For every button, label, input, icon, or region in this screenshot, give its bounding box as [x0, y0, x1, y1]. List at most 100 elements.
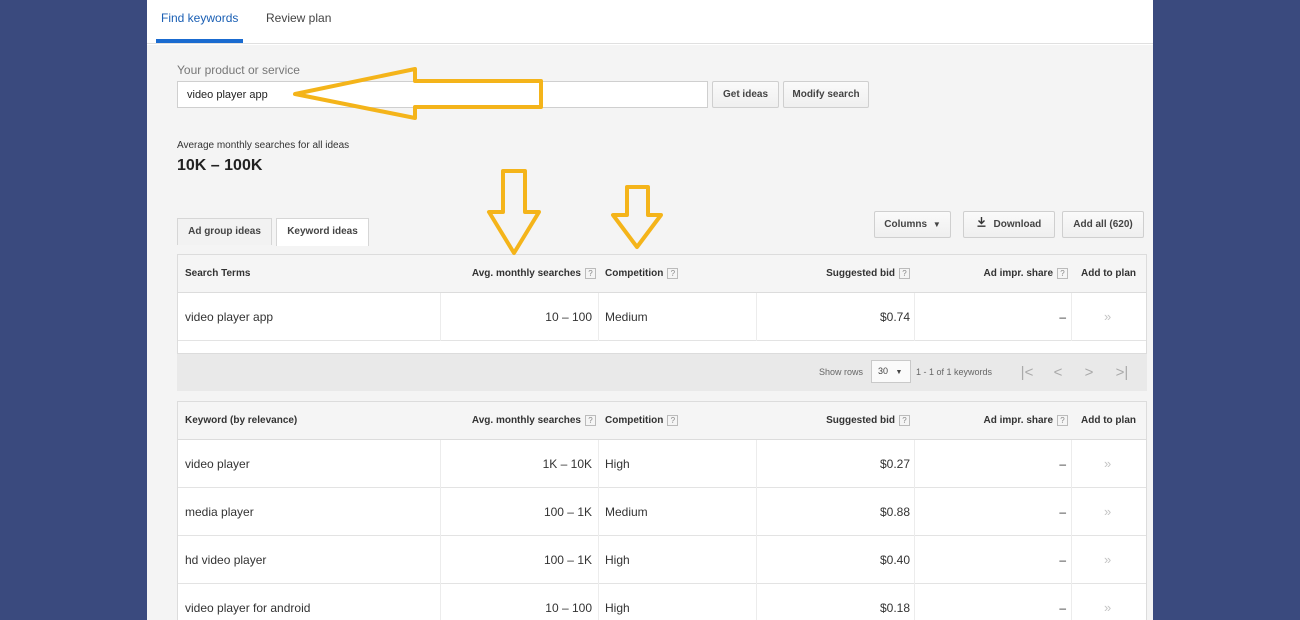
column-divider — [756, 293, 757, 341]
previous-page-icon[interactable]: < — [1047, 354, 1069, 391]
help-icon[interactable]: ? — [899, 414, 910, 426]
tab-review-plan[interactable]: Review plan — [266, 11, 331, 25]
column-divider — [598, 584, 599, 620]
column-divider — [914, 488, 915, 536]
add-to-plan-icon[interactable]: » — [1104, 584, 1111, 620]
help-icon[interactable]: ? — [1057, 267, 1068, 279]
ad-impr-share-cell: – — [1059, 457, 1066, 471]
avg-searches-label: Average monthly searches for all ideas — [177, 140, 350, 151]
column-divider — [914, 293, 915, 341]
column-divider — [1071, 440, 1072, 488]
active-tab-indicator — [156, 39, 243, 43]
rows-per-page-value: 30 — [878, 366, 889, 376]
column-divider — [1071, 584, 1072, 620]
col-header-avg-label: Avg. monthly searches — [471, 415, 581, 426]
download-label: Download — [993, 219, 1042, 230]
avg-searches-value: 10K – 100K — [177, 157, 263, 174]
show-rows-label: Show rows — [819, 367, 864, 377]
add-all-button[interactable]: Add all (620) — [1062, 211, 1144, 238]
col-header-avg-monthly: Avg. monthly searches? — [440, 255, 596, 293]
avg-searches-cell: 100 – 1K — [543, 553, 592, 567]
help-icon[interactable]: ? — [585, 414, 596, 426]
download-icon — [977, 212, 987, 237]
avg-searches-cell: 10 – 100 — [545, 601, 592, 615]
competition-cell: Medium — [605, 310, 648, 324]
column-divider — [756, 488, 757, 536]
keyword-cell: video player for android — [185, 601, 311, 615]
help-icon[interactable]: ? — [1057, 414, 1068, 426]
suggested-bid-cell: $0.40 — [879, 553, 910, 567]
ad-impr-share-cell: – — [1059, 601, 1066, 615]
col-header-competition: Competition? — [605, 402, 679, 440]
column-divider — [914, 536, 915, 584]
col-header-impr-label: Ad impr. share — [983, 415, 1053, 426]
keyword-ideas-table: Keyword (by relevance) Avg. monthly sear… — [177, 401, 1147, 620]
suggested-bid-cell: $0.18 — [879, 601, 910, 615]
col-header-ad-impr-share: Ad impr. share? — [918, 402, 1068, 440]
column-divider — [598, 488, 599, 536]
first-page-icon[interactable]: |< — [1016, 354, 1038, 391]
table-row: hd video player 100 – 1K High $0.40 – » — [178, 536, 1146, 584]
tab-find-keywords[interactable]: Find keywords — [161, 11, 238, 25]
table-row: video player for android 10 – 100 High $… — [178, 584, 1146, 620]
tab-keyword-ideas[interactable]: Keyword ideas — [276, 218, 369, 246]
avg-searches-cell: 1K – 10K — [542, 457, 592, 471]
competition-cell: High — [605, 457, 630, 471]
column-divider — [598, 536, 599, 584]
column-divider — [1071, 293, 1072, 341]
ad-impr-share-cell: – — [1059, 505, 1066, 519]
column-divider — [756, 536, 757, 584]
help-icon[interactable]: ? — [899, 267, 910, 279]
last-page-icon[interactable]: >| — [1111, 354, 1133, 391]
add-to-plan-icon[interactable]: » — [1104, 440, 1111, 488]
product-search-input[interactable] — [177, 81, 708, 108]
product-label: Your product or service — [177, 63, 300, 77]
add-to-plan-icon[interactable]: » — [1104, 488, 1111, 536]
add-to-plan-icon[interactable]: » — [1104, 293, 1111, 341]
column-divider — [914, 584, 915, 620]
suggested-bid-cell: $0.74 — [879, 310, 910, 324]
column-divider — [914, 440, 915, 488]
ad-impr-share-cell: – — [1059, 553, 1066, 567]
download-button[interactable]: Download — [963, 211, 1055, 238]
avg-searches-cell: 10 – 100 — [545, 310, 592, 324]
columns-button[interactable]: Columns ▼ — [874, 211, 951, 238]
get-ideas-button[interactable]: Get ideas — [712, 81, 779, 108]
keyword-cell: video player — [185, 457, 250, 471]
search-terms-table: Search Terms Avg. monthly searches? Comp… — [177, 254, 1147, 354]
competition-cell: High — [605, 601, 630, 615]
col-header-competition-label: Competition — [605, 415, 664, 426]
column-divider — [598, 440, 599, 488]
keyword-cell: video player app — [185, 310, 274, 324]
suggested-bid-cell: $0.88 — [879, 505, 910, 519]
table-row: video player app 10 – 100 Medium $0.74 –… — [178, 293, 1146, 341]
col-header-impr-label: Ad impr. share — [983, 268, 1053, 279]
col-header-avg-monthly: Avg. monthly searches? — [440, 402, 596, 440]
table-row: video player 1K – 10K High $0.27 – » — [178, 440, 1146, 488]
col-header-suggested-bid: Suggested bid? — [758, 255, 910, 293]
col-header-search-terms: Search Terms — [185, 268, 251, 279]
col-header-bid-label: Suggested bid — [826, 268, 895, 279]
modify-search-button[interactable]: Modify search — [783, 81, 869, 108]
top-tab-bar: Find keywords Review plan — [147, 0, 1153, 44]
column-divider — [756, 584, 757, 620]
chevron-down-icon: ▼ — [932, 220, 941, 229]
pagination-range: 1 - 1 of 1 keywords — [916, 367, 993, 377]
col-header-bid-label: Suggested bid — [826, 415, 895, 426]
keyword-cell: media player — [185, 505, 254, 519]
add-to-plan-icon[interactable]: » — [1104, 536, 1111, 584]
column-divider — [1071, 536, 1072, 584]
keyword-planner-panel: Find keywords Review plan Your product o… — [147, 0, 1153, 620]
col-header-competition: Competition? — [605, 255, 679, 293]
table-header: Keyword (by relevance) Avg. monthly sear… — [178, 402, 1146, 440]
next-page-icon[interactable]: > — [1078, 354, 1100, 391]
table-row: media player 100 – 1K Medium $0.88 – » — [178, 488, 1146, 536]
help-icon[interactable]: ? — [667, 267, 679, 279]
ad-impr-share-cell: – — [1059, 310, 1066, 324]
column-divider — [598, 293, 599, 341]
tab-ad-group-ideas[interactable]: Ad group ideas — [177, 218, 272, 245]
help-icon[interactable]: ? — [585, 267, 596, 279]
help-icon[interactable]: ? — [667, 414, 679, 426]
rows-per-page-select[interactable]: 30 ▼ — [871, 360, 911, 383]
chevron-down-icon: ▼ — [895, 369, 903, 376]
